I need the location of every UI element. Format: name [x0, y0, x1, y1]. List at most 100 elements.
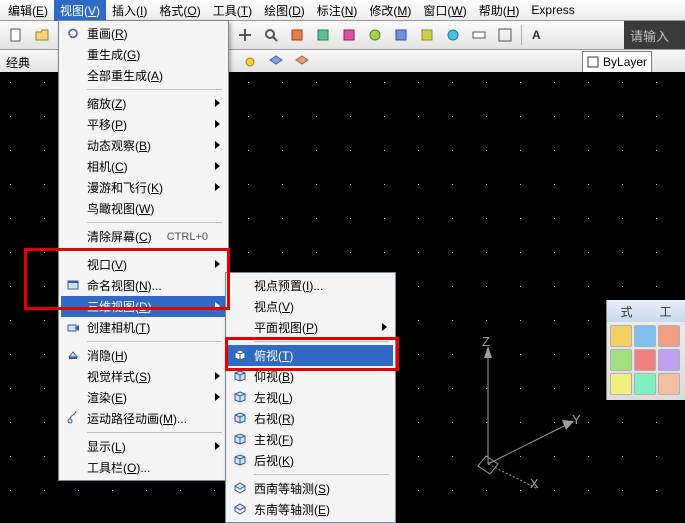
- menu-item[interactable]: 主视(F): [228, 429, 393, 450]
- panel-btn[interactable]: [634, 373, 656, 395]
- menu-item-label: 相机(C): [87, 158, 128, 175]
- menu-item[interactable]: 缩放(Z): [61, 93, 226, 114]
- anim-icon: [65, 410, 81, 426]
- menu-item-label: 视点预置(I)...: [254, 277, 323, 294]
- tool-generic-icon[interactable]: [311, 23, 335, 47]
- menu-item[interactable]: 三维视图(D): [61, 296, 226, 317]
- search-input[interactable]: 请输入: [624, 21, 685, 49]
- menu-item[interactable]: 工具栏(O)...: [61, 457, 226, 478]
- submenu-arrow-icon: [215, 302, 220, 310]
- menu-item[interactable]: 清除屏幕(C)CTRL+0: [61, 226, 226, 247]
- panel-btn[interactable]: [610, 373, 632, 395]
- menu-修改[interactable]: 修改(M): [363, 0, 417, 21]
- tool-generic-icon[interactable]: [285, 23, 309, 47]
- submenu-arrow-icon: [215, 162, 220, 170]
- menu-工具[interactable]: 工具(T): [207, 0, 258, 21]
- tool-generic-icon[interactable]: [441, 23, 465, 47]
- menu-item-label: 渲染(E): [87, 389, 127, 406]
- tool-text-icon[interactable]: A: [526, 23, 550, 47]
- cube-icon: [232, 347, 248, 363]
- menu-item[interactable]: 全部重生成(A): [61, 65, 226, 86]
- cube-icon: [232, 431, 248, 447]
- menu-插入[interactable]: 插入(I): [106, 0, 153, 21]
- menu-item[interactable]: 显示(L): [61, 436, 226, 457]
- menu-item-label: 漫游和飞行(K): [87, 179, 163, 196]
- menu-item-label: 仰视(B): [254, 368, 294, 385]
- cube-icon: [232, 410, 248, 426]
- tool-generic-icon[interactable]: [467, 23, 491, 47]
- camera-icon: [65, 319, 81, 335]
- menu-item[interactable]: 平移(P): [61, 114, 226, 135]
- tool-zoom-icon[interactable]: [259, 23, 283, 47]
- panel-btn[interactable]: [658, 325, 680, 347]
- layer-tool-icon[interactable]: [290, 50, 314, 74]
- tool-open-icon[interactable]: [30, 23, 54, 47]
- iso-icon: [232, 480, 248, 496]
- panel-btn[interactable]: [634, 325, 656, 347]
- menu-item[interactable]: 视点(V): [228, 296, 393, 317]
- menu-item[interactable]: 鸟瞰视图(W): [61, 198, 226, 219]
- menu-视图[interactable]: 视图(V): [54, 0, 106, 21]
- submenu-arrow-icon: [215, 183, 220, 191]
- panel-btn[interactable]: [658, 349, 680, 371]
- menu-item-label: 创建相机(T): [87, 319, 150, 336]
- menu-item[interactable]: 相机(C): [61, 156, 226, 177]
- tool-generic-icon[interactable]: [363, 23, 387, 47]
- menu-item[interactable]: 右视(R): [228, 408, 393, 429]
- svg-text:A: A: [532, 28, 541, 42]
- tool-generic-icon[interactable]: [337, 23, 361, 47]
- menu-item[interactable]: 视觉样式(S): [61, 366, 226, 387]
- menu-item[interactable]: 视口(V): [61, 254, 226, 275]
- layer-tool-icon[interactable]: [264, 50, 288, 74]
- redraw-icon: [65, 25, 81, 41]
- menu-item[interactable]: 东南等轴测(E): [228, 499, 393, 520]
- menu-绘图[interactable]: 绘图(D): [258, 0, 311, 21]
- panel-btn[interactable]: [634, 349, 656, 371]
- menu-item[interactable]: 运动路径动画(M)...: [61, 408, 226, 429]
- tool-pan-icon[interactable]: [233, 23, 257, 47]
- menu-格式[interactable]: 格式(O): [153, 0, 206, 21]
- submenu-arrow-icon: [215, 141, 220, 149]
- menu-item[interactable]: 动态观察(B): [61, 135, 226, 156]
- tool-generic-icon[interactable]: [493, 23, 517, 47]
- menu-item[interactable]: 左视(L): [228, 387, 393, 408]
- menu-item-label: 右视(R): [254, 410, 295, 427]
- menu-item[interactable]: 消隐(H): [61, 345, 226, 366]
- menu-编辑[interactable]: 编辑(E): [2, 0, 54, 21]
- panel-btn[interactable]: [610, 349, 632, 371]
- menu-item[interactable]: 视点预置(I)...: [228, 275, 393, 296]
- menu-窗口[interactable]: 窗口(W): [417, 0, 472, 21]
- menu-item[interactable]: 仰视(B): [228, 366, 393, 387]
- panel-btn[interactable]: [658, 373, 680, 395]
- menu-item-label: 消隐(H): [87, 347, 128, 364]
- menu-item[interactable]: 创建相机(T): [61, 317, 226, 338]
- panel-tab[interactable]: 式: [620, 303, 632, 320]
- menu-item[interactable]: 渲染(E): [61, 387, 226, 408]
- menu-item[interactable]: 漫游和飞行(K): [61, 177, 226, 198]
- menu-Express[interactable]: Express: [525, 1, 580, 19]
- panel-btn[interactable]: [610, 325, 632, 347]
- menu-item-label: 显示(L): [87, 438, 126, 455]
- menu-item[interactable]: 平面视图(P): [228, 317, 393, 338]
- menu-item[interactable]: 命名视图(N)...: [61, 275, 226, 296]
- layer-tool-icon[interactable]: [238, 50, 262, 74]
- menu-item-label: 视口(V): [87, 256, 127, 273]
- layer-selector[interactable]: ByLayer: [582, 51, 652, 73]
- menu-标注[interactable]: 标注(N): [311, 0, 364, 21]
- submenu-arrow-icon: [382, 323, 387, 331]
- tool-generic-icon[interactable]: [415, 23, 439, 47]
- menu-item[interactable]: 俯视(T): [228, 345, 393, 366]
- panel-tab[interactable]: 工: [659, 303, 671, 320]
- menu-item[interactable]: 重画(R): [61, 23, 226, 44]
- menu-item[interactable]: 后视(K): [228, 450, 393, 471]
- tool-new-icon[interactable]: [4, 23, 28, 47]
- submenu-arrow-icon: [215, 372, 220, 380]
- menu-帮助[interactable]: 帮助(H): [473, 0, 526, 21]
- menu-item[interactable]: 重生成(G): [61, 44, 226, 65]
- tool-generic-icon[interactable]: [389, 23, 413, 47]
- menu-item-label: 三维视图(D): [87, 298, 152, 315]
- menu-item[interactable]: 西南等轴测(S): [228, 478, 393, 499]
- cube-icon: [232, 368, 248, 384]
- menu-item-label: 视点(V): [254, 298, 294, 315]
- hide-icon: [65, 347, 81, 363]
